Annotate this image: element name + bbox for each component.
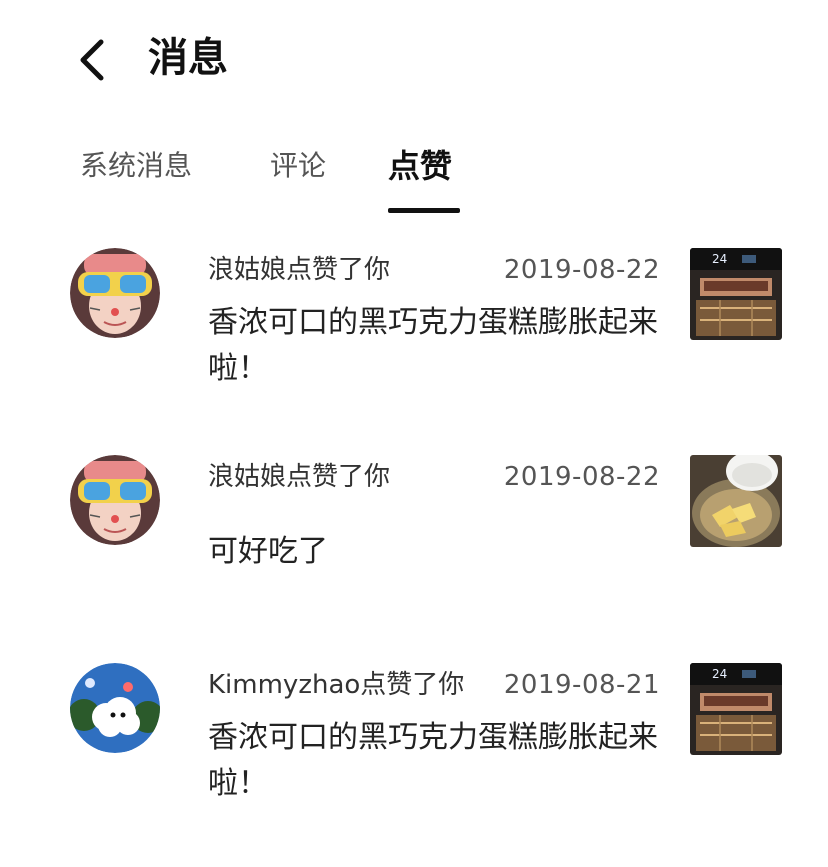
tab-likes[interactable]: 点赞 <box>388 140 452 192</box>
tab-system-messages[interactable]: 系统消息 <box>80 140 192 192</box>
cloud-cartoon-avatar-icon <box>70 663 160 753</box>
svg-text:24: 24 <box>712 252 727 266</box>
tab-bar: 系统消息 评论 点赞 <box>0 140 828 220</box>
svg-text:24: 24 <box>712 667 727 681</box>
chevron-left-icon <box>80 39 104 81</box>
back-button[interactable] <box>68 36 116 84</box>
page-title: 消息 <box>148 35 228 81</box>
post-thumbnail[interactable]: 24 <box>690 663 782 755</box>
butter-bowl-photo-icon <box>690 455 782 547</box>
post-thumbnail[interactable]: 24 <box>690 248 782 340</box>
header: 消息 <box>0 0 828 120</box>
active-tab-indicator <box>388 208 460 213</box>
oven-cake-photo-icon: 24 <box>690 248 782 340</box>
avatar[interactable] <box>70 663 160 753</box>
liked-content: 香浓可口的黑巧克力蛋糕膨胀起来啦！ <box>208 720 658 801</box>
avatar[interactable] <box>70 455 160 545</box>
tab-comments[interactable]: 评论 <box>270 140 326 192</box>
message-date: 2019-08-21 <box>503 670 660 700</box>
like-user-action: 浪姑娘点赞了你 <box>208 255 391 285</box>
liked-content: 可好吃了 <box>208 534 328 569</box>
girl-with-goggles-avatar-icon <box>70 455 160 545</box>
avatar[interactable] <box>70 248 160 338</box>
message-date: 2019-08-22 <box>503 255 660 285</box>
liked-content: 香浓可口的黑巧克力蛋糕膨胀起来啦！ <box>208 305 658 386</box>
like-user-action: 浪姑娘点赞了你 <box>208 462 391 492</box>
oven-cake-photo-icon: 24 <box>690 663 782 755</box>
post-thumbnail[interactable] <box>690 455 782 547</box>
like-user-action: Kimmyzhao点赞了你 <box>208 670 465 700</box>
girl-with-goggles-avatar-icon <box>70 248 160 338</box>
message-date: 2019-08-22 <box>503 462 660 492</box>
